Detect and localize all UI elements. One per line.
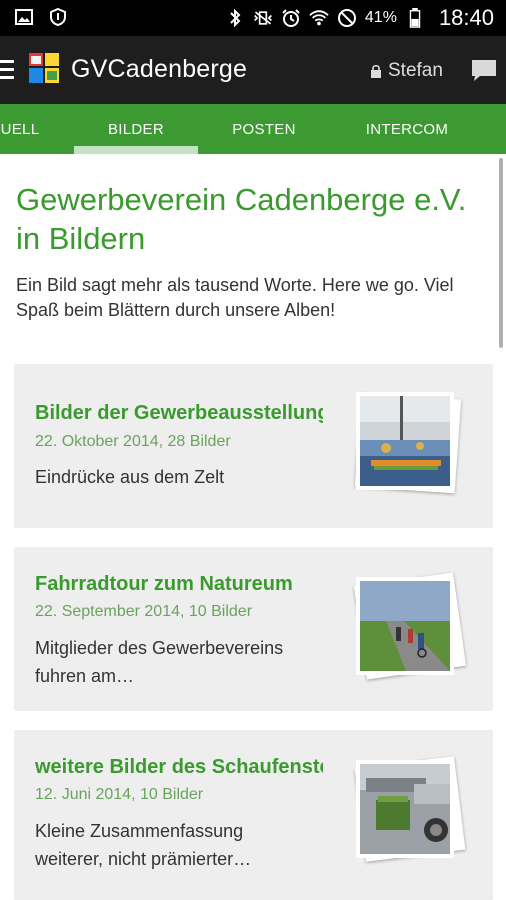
album-thumbnail <box>352 572 467 680</box>
user-account[interactable]: Stefan <box>370 60 443 82</box>
album-thumbnail <box>352 390 466 494</box>
album-description: Eindrücke aus dem Zelt <box>35 467 225 487</box>
shop-window-photo-icon <box>356 760 454 858</box>
app-logo-icon[interactable] <box>29 53 59 83</box>
image-notification-icon <box>15 9 33 25</box>
bluetooth-icon <box>230 8 241 28</box>
action-bar: GVCadenberge Stefan <box>0 36 506 104</box>
status-bar: 41% 18:40 <box>0 0 506 36</box>
album-thumbnail <box>352 756 466 862</box>
wifi-icon <box>309 10 329 26</box>
chat-icon[interactable] <box>470 58 498 82</box>
page-title: Gewerbeverein Cadenberge e.V. in Bildern <box>16 182 467 256</box>
album-card[interactable]: Bilder der Gewerbeausstellung 22. Oktobe… <box>14 364 493 528</box>
vibrate-icon <box>253 11 272 25</box>
bicycle-tour-photo-icon <box>356 577 454 675</box>
lock-icon <box>371 64 381 78</box>
album-description: Kleine Zusammenfassung weiterer, nicht p… <box>35 821 252 869</box>
tent-event-photo-icon <box>356 392 454 490</box>
album-title: Fahrradtour zum Natureum <box>35 573 293 595</box>
page-intro: Ein Bild sagt mehr als tausend Worte. He… <box>16 275 454 320</box>
app-title: GVCadenberge <box>71 55 248 83</box>
battery-percent: 41% <box>364 9 397 26</box>
album-meta: 22. September 2014, 10 Bilder <box>35 603 253 620</box>
album-card[interactable]: weitere Bilder des Schaufensterwettbewer… <box>14 730 493 900</box>
alarm-icon <box>282 9 300 27</box>
no-signal-icon <box>337 9 356 27</box>
tab-intercom[interactable]: INTERCOM <box>345 104 469 154</box>
selected-tab-indicator <box>74 146 198 154</box>
user-name: Stefan <box>388 60 443 81</box>
album-description: Mitglieder des Gewerbevereins fuhren am… <box>35 638 284 686</box>
tab-aktuell[interactable]: UELL <box>0 104 60 154</box>
album-meta: 12. Juni 2014, 10 Bilder <box>35 786 204 803</box>
main-content[interactable]: Gewerbeverein Cadenberge e.V. in Bildern… <box>0 154 506 900</box>
album-meta: 22. Oktober 2014, 28 Bilder <box>35 433 231 450</box>
tab-posten[interactable]: POSTEN <box>202 104 326 154</box>
menu-icon[interactable] <box>0 60 14 80</box>
battery-icon <box>409 8 421 28</box>
scrollbar[interactable] <box>499 158 503 348</box>
shield-notification-icon <box>50 7 66 27</box>
album-card[interactable]: Fahrradtour zum Natureum 22. September 2… <box>14 547 493 711</box>
album-title: weitere Bilder des Schaufensterwettbewer… <box>35 756 323 778</box>
album-title: Bilder der Gewerbeausstellung <box>35 402 323 424</box>
clock: 18:40 <box>438 5 494 30</box>
